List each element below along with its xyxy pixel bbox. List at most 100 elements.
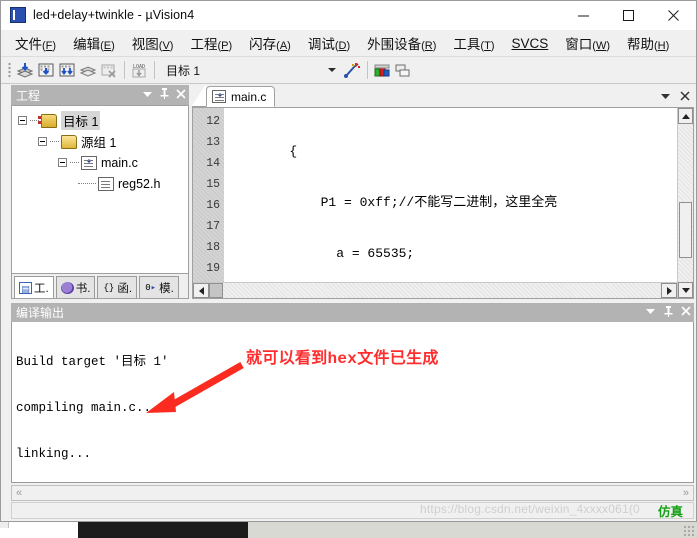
menu-item-help[interactable]: 帮助(H) xyxy=(627,33,669,53)
toolbar-separator-2 xyxy=(154,61,155,79)
build-target-icon[interactable] xyxy=(36,60,56,80)
tab-templates-label: 模. xyxy=(159,282,174,295)
menu-label-svcs: SVCS xyxy=(511,35,549,51)
expander-icon[interactable] xyxy=(58,158,67,167)
scroll-left-button[interactable] xyxy=(193,283,209,298)
close-icon[interactable] xyxy=(681,306,691,319)
menu-item-svcs[interactable]: SVCS xyxy=(512,36,549,51)
scroll-left-glyph[interactable]: « xyxy=(16,487,22,499)
tree-item-main-c[interactable]: main.c xyxy=(18,152,188,173)
batch-build-icon[interactable] xyxy=(78,60,98,80)
chevron-down-icon[interactable] xyxy=(142,90,153,101)
rebuild-all-icon[interactable] xyxy=(57,60,77,80)
menu-item-file[interactable]: 文件(F) xyxy=(15,33,56,53)
build-output-header-buttons xyxy=(645,303,691,322)
menu-item-debug[interactable]: 调试(D) xyxy=(308,33,350,53)
tab-books[interactable]: 书. xyxy=(55,276,96,298)
scroll-down-button[interactable] xyxy=(678,282,693,298)
menu-label-file: 文件 xyxy=(15,37,42,52)
pin-icon[interactable] xyxy=(664,305,673,320)
close-icon[interactable] xyxy=(651,1,696,30)
tree-item-source-group[interactable]: 源组 1 xyxy=(18,131,188,152)
translate-icon[interactable] xyxy=(15,60,35,80)
tree-item-source-group-label: 源组 1 xyxy=(81,136,117,150)
menu-mnemonic-peripherals: R xyxy=(424,40,433,52)
editor-tab-main-c[interactable]: main.c xyxy=(206,86,276,107)
desktop-background: 文 c e a e led+delay+twinkle - µVision4 文… xyxy=(0,0,697,538)
menu-mnemonic-debug: D xyxy=(338,40,347,52)
books-icon xyxy=(60,281,74,294)
scroll-right-glyph[interactable]: » xyxy=(683,487,689,499)
window-title: led+delay+twinkle - µVision4 xyxy=(33,8,195,22)
menu-label-peripherals: 外围设备 xyxy=(367,37,422,52)
toolbar-grip[interactable] xyxy=(8,61,11,79)
tree-connector xyxy=(78,183,96,184)
project-tree[interactable]: 目标 1 源组 1 main.c reg52.h xyxy=(11,105,189,274)
arrow-down-icon xyxy=(681,287,690,293)
editor-panel: main.c 12 13 14 15 16 17 18 19 {P1 = 0x… xyxy=(192,84,694,299)
target-select[interactable]: 目标 1 xyxy=(163,60,342,80)
tree-item-reg52-h[interactable]: reg52.h xyxy=(18,173,188,194)
project-panel: 工程 目标 1 源组 1 main.c reg52.h ▤ 工. 书. {} 函… xyxy=(11,85,189,299)
bottom-hscrollbar[interactable]: « » xyxy=(11,485,694,501)
maximize-icon[interactable] xyxy=(606,1,651,30)
editor-window: 12 13 14 15 16 17 18 19 20 xyxy=(192,107,694,299)
arrow-left-icon xyxy=(198,286,204,295)
resize-grip[interactable] xyxy=(683,525,695,537)
menu-mnemonic-flash: A xyxy=(279,40,288,52)
minimize-icon[interactable] xyxy=(561,1,606,30)
code-text[interactable]: { P1 = 0xff;//不能写二进制，这里全亮 a = 65535; whi… xyxy=(224,108,677,282)
tab-templates[interactable]: 0▸ 模. xyxy=(139,276,179,298)
menu-item-flash[interactable]: 闪存(A) xyxy=(249,33,291,53)
uvision-main-window: led+delay+twinkle - µVision4 文件(F) 编辑(E)… xyxy=(0,0,697,522)
menu-item-peripherals[interactable]: 外围设备(R) xyxy=(367,33,436,53)
expander-icon[interactable] xyxy=(38,137,47,146)
functions-icon: {} xyxy=(103,282,115,293)
line-number: 18 xyxy=(206,241,220,254)
code-view[interactable]: 12 13 14 15 16 17 18 19 20 xyxy=(193,108,677,282)
build-output-line: compiling main.c... xyxy=(16,401,159,415)
chevron-down-icon[interactable] xyxy=(645,307,656,318)
toolbar-separator-3 xyxy=(367,61,368,79)
menu-label-view: 视图 xyxy=(131,37,159,52)
menu-mnemonic-window: W xyxy=(595,40,607,52)
tree-connector xyxy=(70,162,79,163)
tab-project[interactable]: ▤ 工. xyxy=(14,276,54,298)
tab-functions[interactable]: {} 函. xyxy=(97,276,138,298)
tab-books-label: 书. xyxy=(75,282,91,295)
line-number: 17 xyxy=(206,220,220,233)
editor-vscrollbar[interactable] xyxy=(677,108,693,298)
stop-build-icon[interactable] xyxy=(99,60,119,80)
menu-mnemonic-view: V xyxy=(162,40,170,52)
menu-item-project[interactable]: 工程(P) xyxy=(190,33,232,53)
scroll-up-button[interactable] xyxy=(678,108,693,124)
chevron-down-icon[interactable] xyxy=(328,67,336,72)
line-number: 16 xyxy=(206,199,220,212)
code-line: a = 65535; xyxy=(227,246,415,261)
menu-item-edit[interactable]: 编辑(E) xyxy=(73,33,115,53)
editor-content: 12 13 14 15 16 17 18 19 20 xyxy=(193,108,677,298)
line-number-gutter: 12 13 14 15 16 17 18 19 20 xyxy=(193,108,224,282)
vscroll-thumb[interactable] xyxy=(679,202,692,258)
download-load-icon[interactable]: LOAD xyxy=(129,60,149,80)
editor-tab-main-c-label: main.c xyxy=(231,89,267,104)
manage-project-items-icon[interactable] xyxy=(372,60,392,80)
templates-icon: 0▸ xyxy=(145,282,157,293)
menu-label-edit: 编辑 xyxy=(73,37,101,52)
editor-hscrollbar[interactable] xyxy=(193,282,677,298)
menu-item-window[interactable]: 窗口(W) xyxy=(565,33,610,53)
expander-icon[interactable] xyxy=(18,116,27,125)
menu-item-tools[interactable]: 工具(T) xyxy=(453,33,494,53)
manage-multi-project-icon[interactable] xyxy=(393,60,413,80)
chevron-down-icon[interactable] xyxy=(660,92,671,103)
tab-project-label: 工. xyxy=(34,282,49,295)
close-icon[interactable] xyxy=(680,91,690,104)
hscroll-thumb[interactable] xyxy=(209,283,223,298)
menu-item-view[interactable]: 视图(V) xyxy=(132,33,174,53)
close-icon[interactable] xyxy=(176,88,186,102)
pin-icon[interactable] xyxy=(160,88,169,102)
tree-item-target[interactable]: 目标 1 xyxy=(18,110,188,131)
options-for-target-icon[interactable] xyxy=(342,60,362,80)
build-output-text[interactable]: Build target '目标 1' compiling main.c... … xyxy=(11,322,694,483)
scroll-right-button[interactable] xyxy=(661,283,677,298)
